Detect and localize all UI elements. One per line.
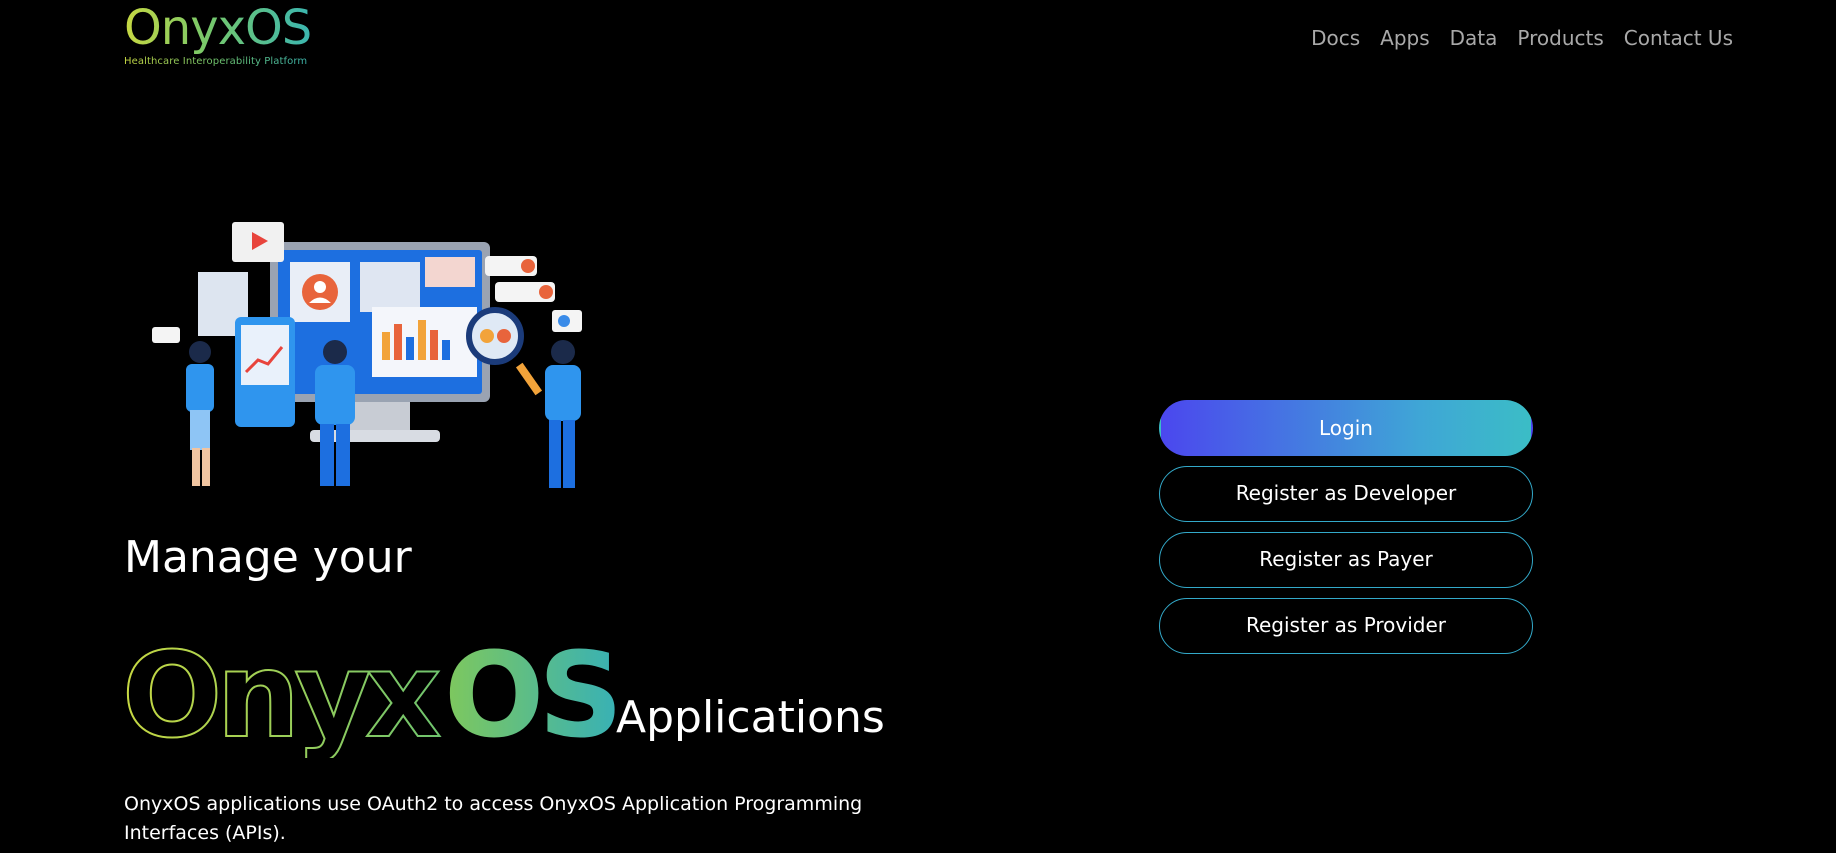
- nav-apps[interactable]: Apps: [1380, 26, 1430, 50]
- hero-applications: Applications: [616, 692, 885, 743]
- auth-actions: Login Register as Developer Register as …: [1159, 400, 1533, 664]
- hero-description: OnyxOS applications use OAuth2 to access…: [124, 793, 863, 844]
- nav-data[interactable]: Data: [1450, 26, 1498, 50]
- login-button[interactable]: Login: [1159, 400, 1533, 456]
- brand-outline-text: Onyx: [122, 628, 440, 758]
- hero-heading: Manage your: [124, 532, 412, 583]
- hero-illustration: [152, 222, 582, 488]
- page: OnyxOS Healthcare Interoperability Platf…: [0, 0, 1836, 853]
- hero-brand: Onyx OS Applications: [122, 628, 922, 758]
- brand-wordmark: Onyx OS: [122, 628, 622, 758]
- brand-solid-text: OS: [444, 628, 617, 758]
- nav-contact-us[interactable]: Contact Us: [1624, 26, 1733, 50]
- top-nav: Docs Apps Data Products Contact Us: [1311, 26, 1733, 50]
- logo-wordmark: OnyxOS: [124, 0, 312, 56]
- nav-docs[interactable]: Docs: [1311, 26, 1360, 50]
- logo[interactable]: OnyxOS Healthcare Interoperability Platf…: [124, 0, 312, 67]
- register-payer-button[interactable]: Register as Payer: [1159, 532, 1533, 588]
- register-provider-button[interactable]: Register as Provider: [1159, 598, 1533, 654]
- register-developer-button[interactable]: Register as Developer: [1159, 466, 1533, 522]
- logo-tagline: Healthcare Interoperability Platform: [124, 56, 311, 67]
- nav-products[interactable]: Products: [1517, 26, 1603, 50]
